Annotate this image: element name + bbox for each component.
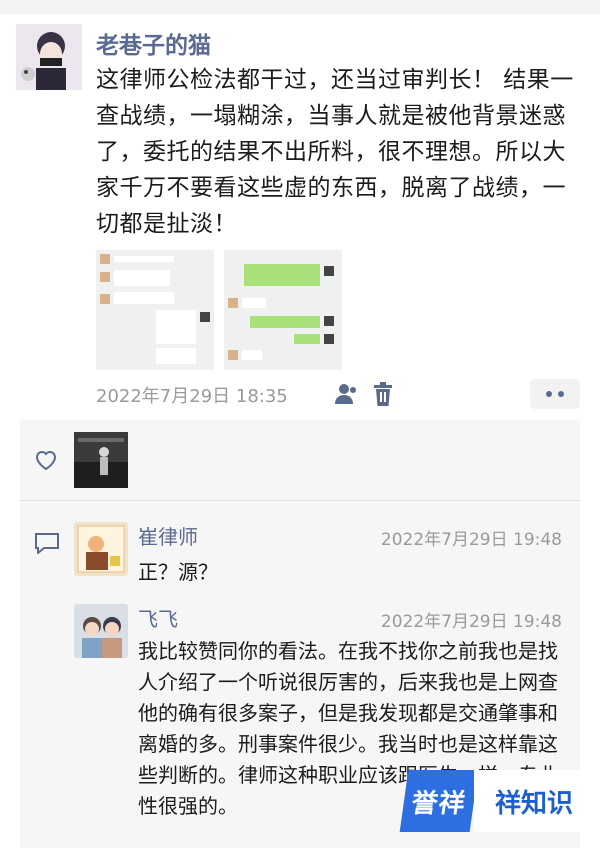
- post-image-1[interactable]: [96, 250, 214, 370]
- post-text: 这律师公检法都干过，还当过审判长！ 结果一查战绩，一塌糊涂，当事人就是被他背景迷…: [96, 67, 574, 237]
- top-strip: [0, 0, 600, 14]
- post-image-2[interactable]: [224, 250, 342, 370]
- divider: [20, 500, 580, 501]
- post-timestamp: 2022年7月29日 18:35: [96, 386, 288, 407]
- person-icon[interactable]: [334, 382, 358, 406]
- post-author-avatar[interactable]: [16, 24, 82, 90]
- comment-icon: [34, 532, 60, 556]
- heart-icon: [34, 448, 58, 472]
- commenter-name[interactable]: 崔律师: [138, 521, 198, 550]
- comment-text: 正？源？: [138, 560, 218, 584]
- commenter-avatar[interactable]: [74, 604, 128, 658]
- more-icon[interactable]: [530, 379, 580, 409]
- commenter-avatar[interactable]: [74, 522, 128, 576]
- trash-icon[interactable]: [372, 382, 394, 406]
- watermark-text: 祥知识: [474, 770, 594, 832]
- comment-timestamp: 2022年7月29日 19:48: [380, 612, 562, 632]
- watermark-badge: 誉祥: [399, 770, 479, 832]
- comment-timestamp: 2022年7月29日 19:48: [380, 530, 562, 550]
- watermark-logo: 誉祥 祥知识: [399, 770, 594, 832]
- liker-avatar[interactable]: [74, 432, 128, 488]
- commenter-name[interactable]: 飞飞: [138, 603, 178, 632]
- post-author-name[interactable]: 老巷子的猫: [96, 26, 211, 60]
